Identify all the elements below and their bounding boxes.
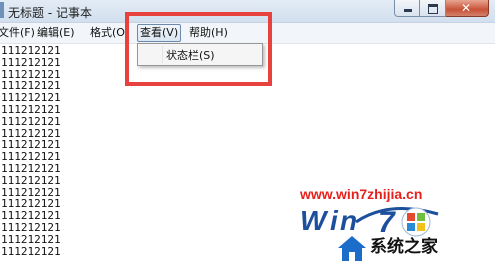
text-content: 111212121 111212121 111212121 111212121 1112… — [1, 45, 61, 257]
text-line: 111212121 — [1, 232, 61, 246]
text-line: 111212121 — [1, 55, 61, 69]
maximize-button[interactable] — [420, 0, 446, 17]
svg-text:n: n — [340, 205, 357, 236]
minimize-icon — [404, 9, 412, 12]
notepad-icon — [0, 2, 4, 18]
text-line: 111212121 — [1, 173, 61, 187]
text-line: 111212121 — [1, 114, 61, 128]
menu-file[interactable]: 文件(F) — [0, 25, 37, 41]
minimize-button[interactable] — [394, 0, 420, 17]
close-icon: ✕ — [461, 1, 472, 15]
text-line: 111212121 — [1, 220, 61, 234]
text-line: 111212121 — [1, 244, 61, 258]
watermark-logo-text: 系统之家 — [370, 236, 438, 257]
caption-buttons: ✕ — [394, 0, 489, 17]
windows-flag-icon — [401, 207, 431, 237]
menu-edit[interactable]: 编辑(E) — [35, 25, 77, 41]
window-title: 无标题 - 记事本 — [8, 6, 92, 20]
close-button[interactable]: ✕ — [446, 0, 489, 17]
house-icon — [338, 236, 366, 261]
svg-text:i: i — [330, 205, 339, 236]
svg-text:W: W — [300, 205, 329, 236]
watermark-logo: W i n 7 系统之家 — [300, 205, 439, 261]
text-line: 111212121 — [1, 161, 61, 175]
text-line: 111212121 — [1, 102, 61, 116]
notepad-window: 无标题 - 记事本 ✕ 文件(F) 编辑(E) 格式(O) 查看(V) 帮助(H… — [0, 0, 495, 263]
maximize-icon — [428, 4, 438, 14]
highlight-annotation-box — [125, 12, 272, 86]
